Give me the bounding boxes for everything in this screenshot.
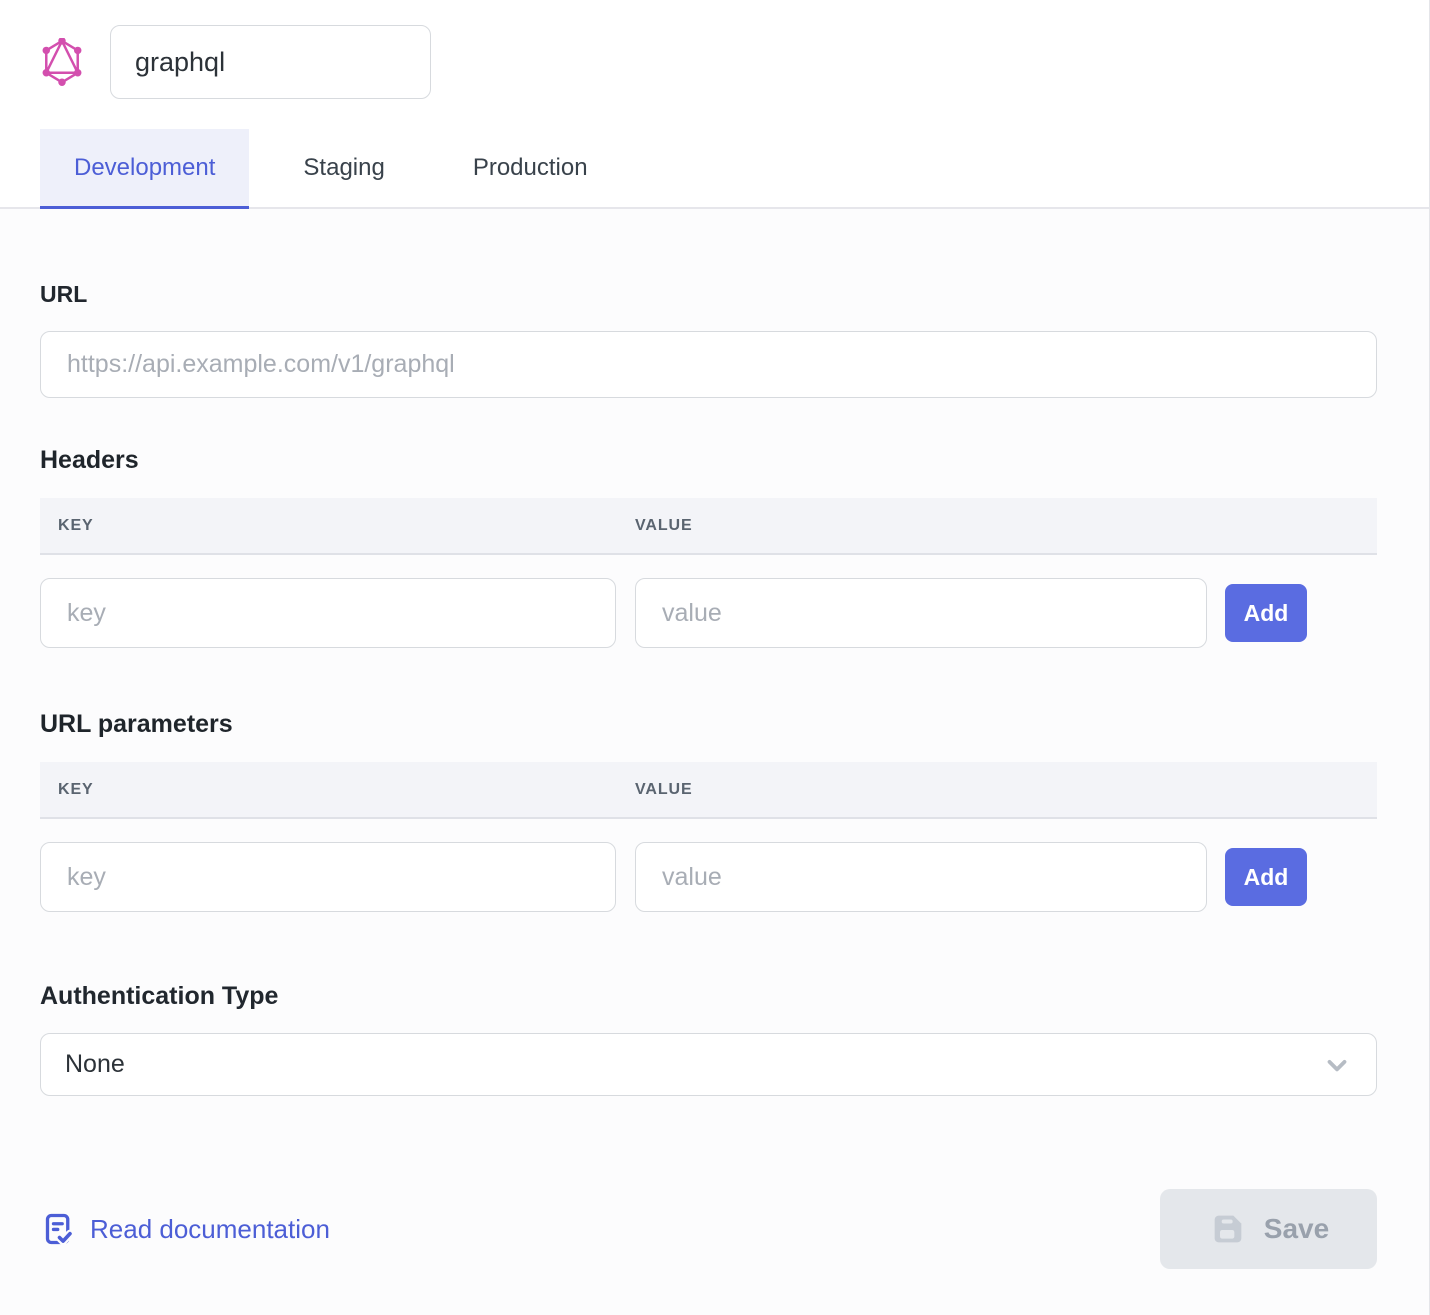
save-button[interactable]: Save — [1160, 1189, 1377, 1269]
url-parameters-value-column-header: VALUE — [635, 781, 1377, 799]
headers-section-title: Headers — [40, 446, 1377, 475]
tab-development[interactable]: Development — [40, 129, 249, 209]
authentication-type-selected-value: None — [65, 1050, 125, 1079]
form-footer: Read documentation Save — [0, 1096, 1429, 1269]
url-parameters-new-entry-row: Add — [40, 842, 1377, 912]
headers-value-column-header: VALUE — [635, 517, 1377, 535]
url-parameters-value-input[interactable] — [635, 842, 1207, 912]
tab-production[interactable]: Production — [439, 129, 622, 209]
url-parameters-add-button[interactable]: Add — [1225, 848, 1307, 906]
url-parameters-section-title: URL parameters — [40, 710, 1377, 739]
authentication-type-select[interactable]: None — [40, 1033, 1377, 1096]
headers-new-entry-row: Add — [40, 578, 1377, 648]
datasource-settings-page: Development Staging Production URL Heade… — [0, 0, 1430, 1315]
url-parameters-key-input[interactable] — [40, 842, 616, 912]
graphql-logo-icon — [40, 37, 84, 87]
authentication-type-label: Authentication Type — [40, 982, 1377, 1011]
save-button-label: Save — [1264, 1213, 1329, 1245]
headers-add-button[interactable]: Add — [1225, 584, 1307, 642]
headers-key-column-header: KEY — [40, 517, 635, 535]
datasource-name-row — [0, 25, 1429, 99]
headers-table-header: KEY VALUE — [40, 498, 1377, 555]
environment-tabs: Development Staging Production — [40, 129, 1429, 207]
url-parameters-table-header: KEY VALUE — [40, 762, 1377, 819]
floppy-disk-icon — [1208, 1209, 1248, 1249]
environment-form: URL Headers KEY VALUE Add URL parameters… — [0, 209, 1429, 1096]
read-documentation-link[interactable]: Read documentation — [40, 1210, 330, 1248]
document-check-icon — [40, 1210, 76, 1248]
read-documentation-label: Read documentation — [90, 1214, 330, 1245]
datasource-name-input[interactable] — [110, 25, 431, 99]
url-label: URL — [40, 281, 1377, 308]
page-header: Development Staging Production — [0, 0, 1429, 209]
headers-key-input[interactable] — [40, 578, 616, 648]
url-parameters-key-column-header: KEY — [40, 781, 635, 799]
chevron-down-icon — [1322, 1050, 1352, 1080]
url-input[interactable] — [40, 331, 1377, 398]
headers-value-input[interactable] — [635, 578, 1207, 648]
tab-staging[interactable]: Staging — [269, 129, 418, 209]
